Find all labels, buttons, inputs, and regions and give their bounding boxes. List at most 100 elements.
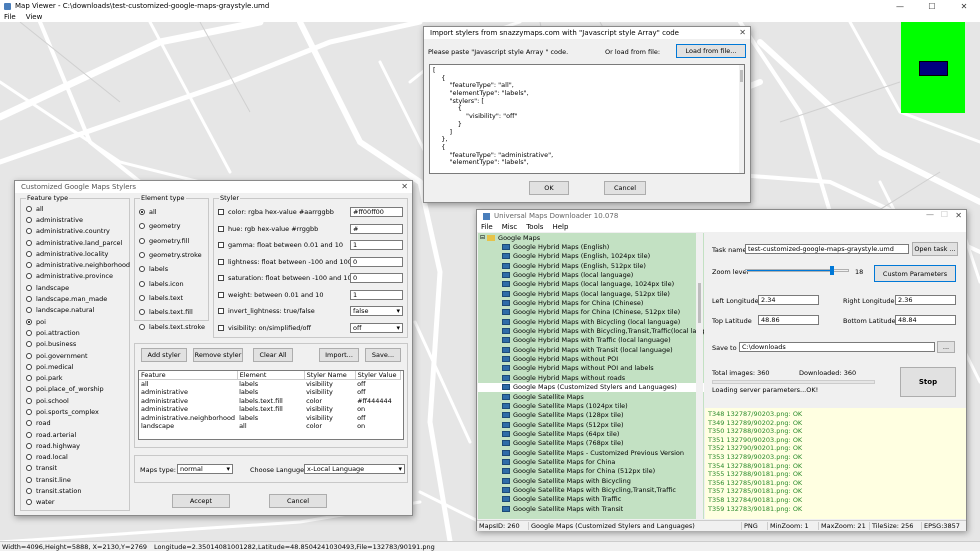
add-styler-button[interactable]: Add styler [141, 348, 187, 362]
import-cancel-button[interactable]: Cancel [604, 181, 646, 195]
feature-type-radio[interactable]: poi.sports_complex [26, 406, 129, 417]
clear-all-button[interactable]: Clear All [253, 348, 293, 362]
table-row[interactable]: administrative labels.text.fill color #ff44… [139, 397, 401, 406]
radio-button-icon[interactable] [139, 309, 145, 316]
element-type-radio[interactable]: all [139, 205, 208, 219]
radio-button-icon[interactable] [26, 318, 32, 325]
tree-item[interactable]: Google Hybrid Maps (local language, 512p… [478, 289, 704, 298]
tree-item[interactable]: Google Satellite Maps with Traffic [478, 495, 704, 504]
feature-type-radio[interactable]: administrative.land_parcel [26, 237, 129, 248]
radio-button-icon[interactable] [26, 329, 32, 336]
code-scrollbar[interactable] [739, 65, 744, 173]
radio-button-icon[interactable] [139, 280, 145, 287]
radio-button-icon[interactable] [139, 209, 145, 216]
right-longitude-input[interactable]: 2.36 [895, 295, 956, 305]
menu-tools[interactable]: Tools [526, 223, 543, 231]
radio-button-icon[interactable] [139, 237, 145, 244]
radio-button-icon[interactable] [26, 363, 32, 370]
feature-type-radio[interactable]: poi.park [26, 372, 129, 383]
menu-file[interactable]: File [4, 13, 16, 21]
radio-button-icon[interactable] [26, 431, 32, 438]
radio-button-icon[interactable] [26, 386, 32, 393]
table-row[interactable]: administrative.neighborhood labels visibil… [139, 414, 401, 423]
feature-type-radio[interactable]: poi.medical [26, 361, 129, 372]
radio-button-icon[interactable] [26, 205, 32, 212]
task-name-input[interactable]: test-customized-google-maps-graystyle.um… [745, 244, 909, 254]
minimap-viewport-box[interactable] [919, 61, 948, 76]
zoom-slider-thumb[interactable] [830, 266, 834, 275]
tree-item[interactable]: Google Satellite Maps (64px tile) [478, 429, 704, 438]
styler-checkbox[interactable] [218, 209, 224, 216]
feature-type-radio[interactable]: poi.business [26, 339, 129, 350]
table-row[interactable]: administrative labels visibility off [139, 388, 401, 397]
feature-type-radio[interactable]: poi [26, 316, 129, 327]
table-row[interactable]: landscape all color on [139, 422, 401, 431]
feature-type-radio[interactable]: administrative.locality [26, 248, 129, 259]
tree-item[interactable]: Google Hybrid Maps (local language, 1024… [478, 280, 704, 289]
radio-button-icon[interactable] [26, 442, 32, 449]
save-to-input[interactable]: C:\downloads [739, 342, 935, 352]
tree-item[interactable]: Google Satellite Maps with Transit [478, 504, 704, 513]
minimap[interactable] [901, 22, 965, 113]
tree-scrollbar[interactable] [696, 233, 703, 519]
tree-item[interactable]: Google Hybrid Maps for China (Chinese) [478, 298, 704, 307]
tree-item[interactable]: Google Hybrid Maps with Bicycling,Transi… [478, 326, 704, 335]
radio-button-icon[interactable] [26, 262, 32, 269]
radio-button-icon[interactable] [139, 223, 145, 230]
col-header-element[interactable]: Element [237, 371, 305, 380]
table-row[interactable]: administrative labels.text.fill visibility… [139, 405, 401, 414]
maximize-icon[interactable]: ☐ [941, 210, 948, 219]
radio-button-icon[interactable] [139, 323, 145, 330]
feature-type-radio[interactable]: landscape [26, 282, 129, 293]
radio-button-icon[interactable] [26, 341, 32, 348]
maps-tree[interactable]: ⊟ Google Maps Google Hybrid Maps (Englis… [478, 233, 704, 519]
accept-button[interactable]: Accept [172, 494, 230, 508]
tree-item[interactable]: Google Hybrid Maps without POI [478, 354, 704, 363]
radio-button-icon[interactable] [26, 250, 32, 257]
zoom-slider[interactable] [745, 266, 849, 276]
feature-type-radio[interactable]: road.highway [26, 440, 129, 451]
maps-type-select[interactable]: normal [177, 464, 233, 474]
tree-item[interactable]: Google Satellite Maps (128px tile) [478, 411, 704, 420]
element-type-radio[interactable]: geometry.fill [139, 234, 208, 248]
tree-scroll-thumb[interactable] [698, 283, 701, 323]
feature-type-radio[interactable]: transit [26, 463, 129, 474]
custom-parameters-button[interactable]: Custom Parameters [874, 265, 956, 282]
styler-checkbox[interactable] [218, 275, 224, 282]
radio-button-icon[interactable] [26, 375, 32, 382]
feature-type-radio[interactable]: all [26, 203, 129, 214]
tree-item[interactable]: Google Satellite Maps (512px tile) [478, 420, 704, 429]
feature-type-radio[interactable]: administrative [26, 214, 129, 225]
feature-type-radio[interactable]: landscape.man_made [26, 293, 129, 304]
styler-value-input[interactable]: 0 [350, 273, 403, 283]
feature-type-radio[interactable]: poi.place_of_worship [26, 384, 129, 395]
tree-item[interactable]: Google Satellite Maps for China [478, 457, 704, 466]
radio-button-icon[interactable] [26, 228, 32, 235]
styler-table[interactable]: Feature Element Styler Name Styler Value… [138, 370, 404, 440]
radio-button-icon[interactable] [26, 284, 32, 291]
tree-item[interactable]: Google Hybrid Maps without POI and label… [478, 364, 704, 373]
menu-misc[interactable]: Misc [502, 223, 517, 231]
element-type-radio[interactable]: geometry.stroke [139, 248, 208, 262]
left-longitude-input[interactable]: 2.34 [758, 295, 819, 305]
element-type-radio[interactable]: labels.text.stroke [139, 319, 208, 333]
feature-type-radio[interactable]: poi.government [26, 350, 129, 361]
browse-button[interactable]: ... [937, 341, 955, 353]
radio-button-icon[interactable] [139, 252, 145, 259]
feature-type-radio[interactable]: poi.school [26, 395, 129, 406]
tree-item[interactable]: Google Hybrid Maps (local language) [478, 270, 704, 279]
radio-button-icon[interactable] [26, 296, 32, 303]
menu-file[interactable]: File [481, 223, 493, 231]
radio-button-icon[interactable] [26, 307, 32, 314]
styler-checkbox[interactable] [218, 308, 224, 315]
radio-button-icon[interactable] [26, 352, 32, 359]
tree-item[interactable]: Google Satellite Maps with Bicycling [478, 476, 704, 485]
close-icon[interactable]: ✕ [401, 182, 408, 191]
tree-item[interactable]: Google Hybrid Maps for China (Chinese, 5… [478, 308, 704, 317]
close-icon[interactable]: ✕ [739, 28, 746, 37]
feature-type-radio[interactable]: administrative.province [26, 271, 129, 282]
feature-type-radio[interactable]: landscape.natural [26, 305, 129, 316]
import-button[interactable]: Import... [319, 348, 359, 362]
styler-checkbox[interactable] [218, 225, 224, 232]
code-scroll-thumb[interactable] [740, 70, 743, 82]
